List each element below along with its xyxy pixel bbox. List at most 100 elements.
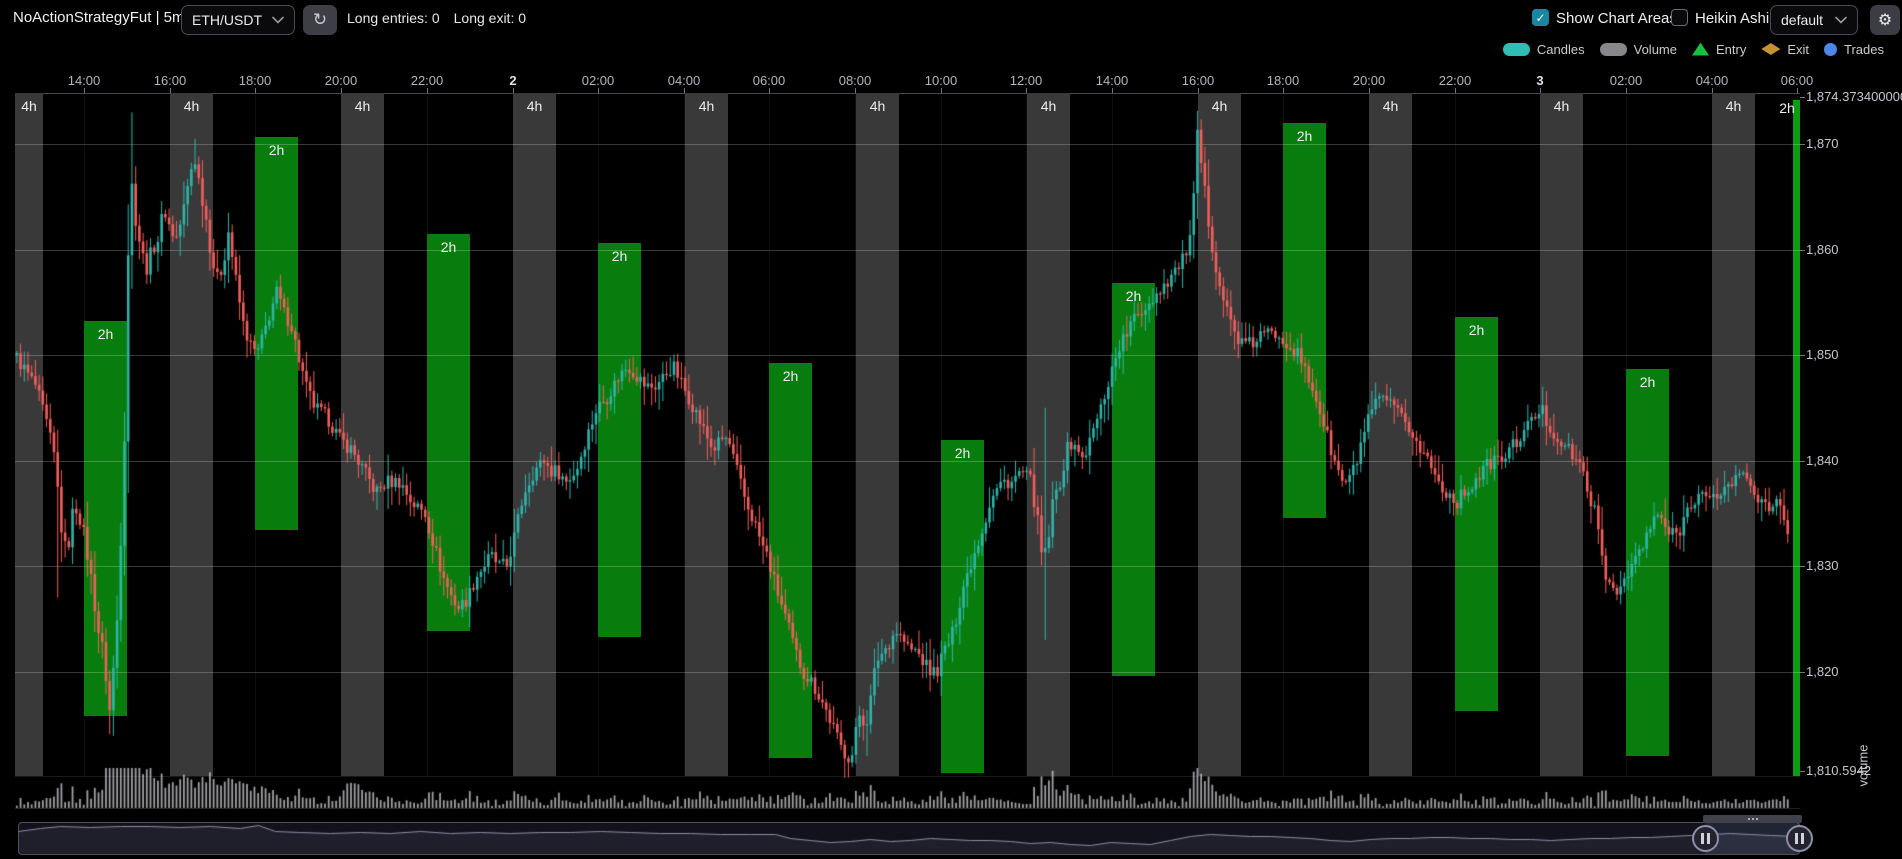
toolbar: NoActionStrategyFut | 5m ETH/USDT ↻ Long… [0,0,1902,40]
y-axis-tick [1800,355,1805,356]
refresh-button[interactable]: ↻ [303,5,337,35]
legend-item-label: Trades [1844,42,1884,57]
plot-config-select[interactable]: default [1770,5,1858,35]
candles-marker-icon [1503,43,1530,56]
trading-chart-app: 14:00 16:00 18:00 20:00 22:00 2 02:00 04:00 06:0… [0,0,1902,859]
y-axis-tick [1800,461,1805,462]
legend-item-label: Volume [1634,42,1677,57]
y-axis-label: 1,830 [1806,558,1839,573]
x-axis-tick [513,88,514,93]
x-axis-label: 04:00 [1696,73,1729,88]
band-label-2h: 2h [441,239,457,255]
x-axis-tick [1198,88,1199,93]
check-icon: ✓ [1535,11,1545,25]
x-axis-tick [1712,88,1713,93]
band-label-2h: 2h [98,326,114,342]
x-axis-tick [341,88,342,93]
band-label-4h: 4h [21,98,37,114]
y-axis-tick [1800,97,1805,98]
band-label-2h: 2h [1297,128,1313,144]
x-axis-tick [1369,88,1370,93]
x-axis-tick [1283,88,1284,93]
band-label-4h: 4h [1554,98,1570,114]
x-axis-label: 22:00 [411,73,444,88]
navigator-left-handle[interactable] [1692,825,1719,852]
band-label-4h: 4h [184,98,200,114]
x-axis-label: 16:00 [154,73,187,88]
x-axis-label: 10:00 [925,73,958,88]
x-axis-tick [1026,88,1027,93]
x-axis-tick [1112,88,1113,93]
legend-item-trades[interactable]: Trades [1824,42,1884,57]
pair-select[interactable]: ETH/USDT [181,5,295,35]
entry-marker-icon [1692,43,1709,56]
x-axis-label: 08:00 [839,73,872,88]
show-chart-areas-label: Show Chart Areas [1556,10,1677,27]
y-axis-tick [1800,566,1805,567]
band-label-4h: 4h [1212,98,1228,114]
x-axis-tick [855,88,856,93]
chevron-down-icon [272,16,284,24]
x-axis-tick [941,88,942,93]
band-label-2h: 2h [955,445,971,461]
x-axis-tick [427,88,428,93]
plot-config-value: default [1781,12,1823,28]
trade-counters: Long entries: 0 Long exit: 0 [347,10,526,26]
band-label-4h: 4h [1041,98,1057,114]
chart-legend: Candles Volume Entry Exit Trades [1503,40,1884,58]
refresh-icon: ↻ [313,10,327,30]
x-axis-tick [684,88,685,93]
x-axis-label: 18:00 [1267,73,1300,88]
trades-marker-icon [1824,43,1837,56]
x-axis-label: 06:00 [1781,73,1814,88]
x-axis-label: 02:00 [582,73,615,88]
x-axis-label: 14:00 [68,73,101,88]
x-axis-tick [255,88,256,93]
chart-overlay: 14:00 16:00 18:00 20:00 22:00 2 02:00 04:00 06:0… [0,0,1902,859]
heikin-ashi-checkbox[interactable] [1671,9,1688,26]
x-axis-label: 2 [509,73,516,88]
y-axis-label: 1,840 [1806,453,1839,468]
x-axis-tick [170,88,171,93]
x-axis-tick [598,88,599,93]
x-axis-label: 20:00 [1353,73,1386,88]
navigator-move-bar[interactable] [1703,815,1802,823]
volume-axis-label: volume [1856,736,1871,796]
legend-item-entry[interactable]: Entry [1692,42,1746,57]
band-label-4h: 4h [870,98,886,114]
x-axis-tick [769,88,770,93]
legend-item-volume[interactable]: Volume [1600,42,1677,57]
settings-button[interactable]: ⚙ [1870,5,1900,35]
y-axis-label: 1,850 [1806,347,1839,362]
band-label-2h: 2h [1779,100,1795,116]
band-label-4h: 4h [1383,98,1399,114]
legend-item-exit[interactable]: Exit [1761,42,1809,57]
y-axis-tick [1800,250,1805,251]
y-axis-tick [1800,771,1805,772]
band-label-2h: 2h [612,248,628,264]
band-label-2h: 2h [269,142,285,158]
volume-marker-icon [1600,43,1627,56]
band-label-4h: 4h [527,98,543,114]
x-axis-tick [1540,88,1541,93]
band-label-2h: 2h [1640,374,1656,390]
y-axis-label: 1,820 [1806,664,1839,679]
x-axis-label: 22:00 [1439,73,1472,88]
chevron-down-icon [1835,16,1847,24]
x-axis-tick [1797,88,1798,93]
navigator-right-handle[interactable] [1786,825,1813,852]
band-label-4h: 4h [699,98,715,114]
x-axis-label: 02:00 [1610,73,1643,88]
heikin-ashi-label: Heikin Ashi [1695,10,1769,27]
x-axis-label: 14:00 [1096,73,1129,88]
move-bar-dot [1752,818,1754,820]
pair-select-value: ETH/USDT [192,12,262,28]
legend-item-label: Exit [1787,42,1809,57]
legend-item-candles[interactable]: Candles [1503,42,1585,57]
show-chart-areas-checkbox[interactable]: ✓ [1532,9,1549,26]
band-label-2h: 2h [783,368,799,384]
x-axis-label: 06:00 [753,73,786,88]
x-axis-label: 18:00 [239,73,272,88]
move-bar-dot [1756,818,1758,820]
strategy-title: NoActionStrategyFut | 5m [13,9,184,26]
